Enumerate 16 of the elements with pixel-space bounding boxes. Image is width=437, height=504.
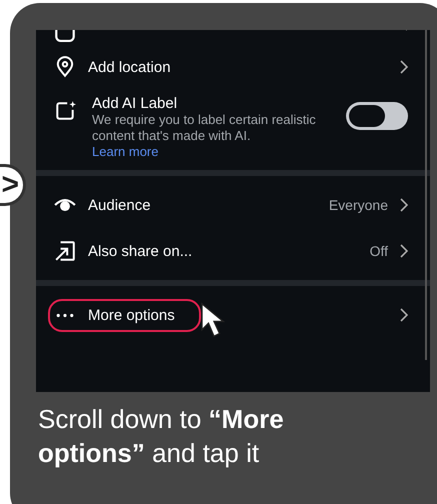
- learn-more-link[interactable]: Learn more: [92, 144, 330, 160]
- toggle-switch[interactable]: [346, 102, 408, 130]
- option-label[interactable]: Also share on...: [88, 242, 192, 260]
- instruction-text: Scroll down to “More options” and tap it: [37, 403, 285, 470]
- location-pin-icon: [54, 56, 76, 78]
- option-value: Off: [370, 243, 388, 259]
- option-description: We require you to label certain realistic content that's made with AI.: [92, 112, 317, 144]
- more-dots-icon: [56, 312, 74, 318]
- share-icon: [54, 240, 76, 262]
- option-value: Everyone: [328, 197, 388, 213]
- option-label[interactable]: More options: [88, 306, 175, 324]
- option-label: Add AI Label: [92, 96, 178, 112]
- tag-icon: [54, 30, 76, 42]
- option-label[interactable]: Audience: [88, 196, 151, 214]
- sparkle-square-icon: [54, 100, 76, 122]
- option-label[interactable]: Add location: [88, 58, 171, 76]
